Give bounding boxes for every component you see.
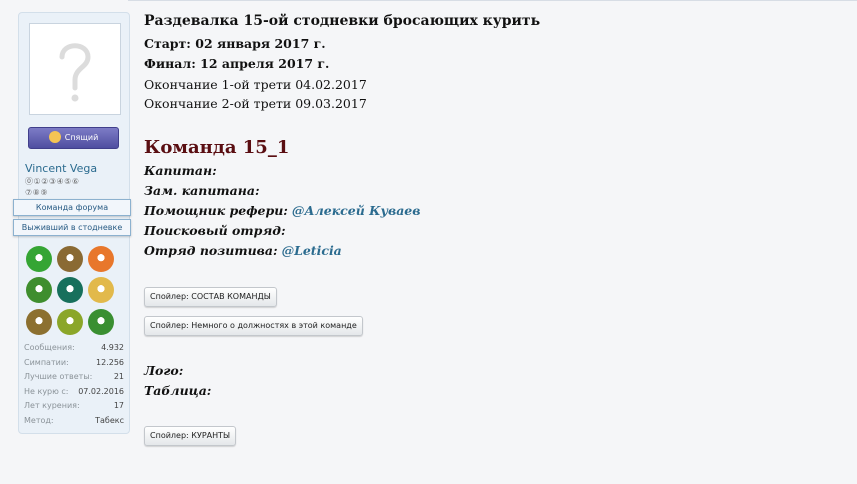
medal-icon[interactable] — [88, 309, 114, 335]
stat-value: 21 — [113, 372, 124, 381]
captain-label: Капитан: — [144, 163, 217, 178]
top-divider — [128, 0, 857, 5]
stat-row: Не курю с: 07.02.2016 — [24, 387, 124, 402]
referee-label: Помощник рефери: — [144, 203, 288, 218]
referee-mention-link[interactable]: @Алексей Куваев — [292, 203, 421, 218]
user-stats: Сообщения: 4.932 Симпатии: 12.256 Лучшие о… — [24, 343, 124, 430]
stat-value: 12.256 — [96, 357, 124, 367]
stat-row: Лет курения: 17 — [24, 401, 124, 416]
stat-value: 07.02.2016 — [78, 386, 124, 396]
vice-captain-label: Зам. капитана: — [144, 183, 260, 198]
logo-label: Лого: — [144, 363, 184, 378]
stat-label: Метод: — [24, 415, 54, 425]
stat-row: Симпатии: 12.256 — [24, 358, 124, 373]
positive-row: Отряд позитива: @Leticia — [144, 243, 342, 258]
table-label: Таблица: — [144, 383, 212, 398]
trophy-icons: ⓪①②③④⑤⑥ ⑦⑧⑨ — [25, 176, 115, 198]
positive-mention-link[interactable]: @Leticia — [282, 243, 342, 258]
medal-icon[interactable] — [57, 246, 83, 272]
stat-label: Лет курения: — [24, 401, 80, 410]
third-2-end: Окончание 2-ой трети 09.03.2017 — [144, 96, 367, 111]
ribbon-forum-team: Команда форума — [13, 199, 131, 216]
team-heading: Команда 15_1 — [144, 137, 290, 158]
status-label: Спящий — [64, 133, 99, 142]
medal-icon[interactable] — [88, 246, 114, 272]
stat-row: Лучшие ответы: 21 — [24, 372, 124, 387]
referee-row: Помощник рефери: @Алексей Куваев — [144, 203, 420, 218]
finish-date: Финал: 12 апреля 2017 г. — [144, 56, 330, 71]
medal-icon[interactable] — [57, 277, 83, 303]
stat-row: Сообщения: 4.932 — [24, 343, 124, 358]
stat-label: Лучшие ответы: — [24, 372, 93, 381]
ribbon-survivor: Выживший в стодневке — [13, 219, 131, 236]
third-1-end: Окончание 1-ой трети 04.02.2017 — [144, 77, 367, 92]
medal-icon[interactable] — [26, 246, 52, 272]
medal-icon[interactable] — [26, 309, 52, 335]
stat-label: Симпатии: — [24, 357, 69, 367]
positive-label: Отряд позитива: — [144, 243, 278, 258]
trophy-row: ⓪①②③④⑤⑥ — [25, 177, 80, 186]
stat-label: Сообщения: — [24, 343, 75, 352]
avatar[interactable] — [29, 23, 121, 115]
username-link[interactable]: Vincent Vega — [25, 162, 97, 175]
stat-row: Метод: Табекс — [24, 416, 124, 431]
stat-label: Не курю с: — [24, 386, 69, 396]
status-button[interactable]: Спящий — [28, 127, 119, 149]
post-title: Раздевалка 15-ой стодневки бросающих кур… — [144, 13, 541, 29]
sleeping-face-icon — [48, 130, 61, 143]
medal-icon[interactable] — [26, 277, 52, 303]
stat-value: 17 — [113, 401, 124, 410]
start-date: Старт: 02 января 2017 г. — [144, 36, 326, 51]
spoiler-team-button[interactable]: Спойлер: СОСТАВ КОМАНДЫ — [144, 287, 277, 307]
user-sidebar: Спящий Vincent Vega ⓪①②③④⑤⑥ ⑦⑧⑨ Команда … — [13, 12, 131, 434]
spoiler-positions-button[interactable]: Спойлер: Немного о должностях в этой ком… — [144, 316, 363, 336]
medal-icon[interactable] — [57, 309, 83, 335]
medal-icon[interactable] — [88, 277, 114, 303]
search-squad-label: Поисковый отряд: — [144, 223, 286, 238]
stat-value: 4.932 — [101, 343, 124, 352]
spoiler-chimes-button[interactable]: Спойлер: КУРАНТЫ — [144, 426, 237, 446]
trophy-row: ⑦⑧⑨ — [25, 188, 49, 197]
stat-value: Табекс — [95, 415, 124, 425]
default-avatar-icon — [59, 43, 91, 102]
